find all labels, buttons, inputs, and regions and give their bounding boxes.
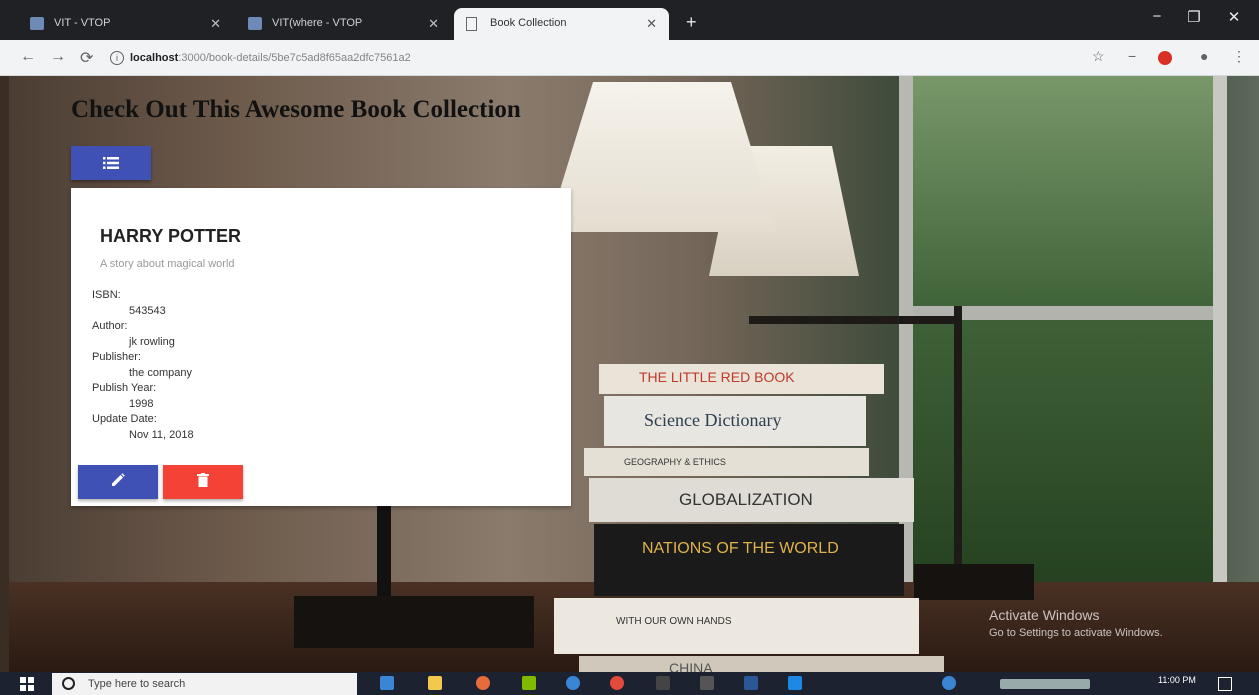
page-title: Check Out This Awesome Book Collection bbox=[71, 96, 521, 123]
windows-taskbar: Type here to search 11:00 PM bbox=[0, 672, 1259, 695]
background-window bbox=[899, 76, 1227, 596]
background-book: CHINA bbox=[579, 656, 944, 672]
author-label: Author: bbox=[92, 320, 128, 332]
word-icon[interactable] bbox=[744, 676, 758, 690]
address-bar[interactable]: i localhost:3000/book-details/5be7c5ad8f6… bbox=[110, 48, 1060, 68]
background-lamp-base bbox=[294, 596, 534, 648]
browser-toolbar: ← → ⟳ i localhost:3000/book-details/5be7c… bbox=[0, 40, 1259, 76]
site-favicon-icon bbox=[248, 17, 262, 30]
store-icon[interactable] bbox=[522, 676, 536, 690]
close-tab-icon[interactable]: ✕ bbox=[210, 16, 221, 32]
task-view-icon[interactable] bbox=[380, 676, 394, 690]
trash-icon bbox=[197, 472, 209, 492]
update-date-value: Nov 11, 2018 bbox=[129, 428, 194, 441]
taskbar-clock[interactable]: 11:00 PM bbox=[1158, 675, 1196, 685]
system-tray-icon[interactable] bbox=[942, 676, 956, 690]
forward-arrow-icon[interactable]: → bbox=[50, 48, 66, 66]
page-viewport: THE LITTLE RED BOOK Science Dictionary G… bbox=[9, 76, 1259, 672]
pencil-icon bbox=[111, 472, 125, 492]
background-lamp-stem bbox=[377, 496, 391, 606]
url-host: localhost bbox=[130, 52, 179, 64]
url-path: :3000/book-details/5be7c5ad8f65aa2dfc756… bbox=[178, 52, 411, 64]
terminal-icon[interactable] bbox=[656, 676, 670, 690]
edge-icon[interactable] bbox=[566, 676, 580, 690]
book-list-button[interactable] bbox=[71, 146, 151, 180]
background-book: WITH OUR OWN HANDS bbox=[554, 598, 919, 654]
tab-title: VIT - VTOP bbox=[54, 17, 111, 29]
chrome-icon[interactable] bbox=[476, 676, 490, 690]
background-book: NATIONS OF THE WORLD bbox=[594, 524, 904, 596]
delete-book-button[interactable] bbox=[163, 465, 243, 499]
vscode-icon[interactable] bbox=[788, 676, 802, 690]
update-date-label: Update Date: bbox=[92, 413, 157, 425]
tab-title: Book Collection bbox=[490, 17, 567, 29]
new-tab-button[interactable]: + bbox=[686, 12, 697, 33]
edit-book-button[interactable] bbox=[78, 465, 158, 499]
background-book: GLOBALIZATION bbox=[589, 478, 914, 522]
isbn-label: ISBN: bbox=[92, 289, 121, 301]
background-book: Science Dictionary bbox=[604, 396, 866, 446]
background-book: GEOGRAPHY & ETHICS bbox=[584, 448, 869, 476]
windows-start-icon[interactable] bbox=[20, 677, 34, 691]
background-lamp-shade bbox=[547, 82, 777, 232]
close-window-button[interactable]: ✕ bbox=[1222, 8, 1246, 26]
publisher-value: the company bbox=[129, 366, 192, 379]
browser-tab-bar: VIT - VTOP ✕ VIT(where - VTOP ✕ Book Col… bbox=[0, 0, 1259, 40]
list-icon bbox=[103, 157, 119, 169]
menu-kebab-icon[interactable]: ⋮ bbox=[1232, 48, 1246, 65]
profile-avatar-icon[interactable]: ● bbox=[1200, 48, 1208, 64]
tab-vit-where[interactable]: VIT(where - VTOP ✕ bbox=[236, 8, 451, 40]
book-details-list: ISBN: 543543 Author: jk rowling Publishe… bbox=[92, 288, 194, 443]
tab-book-collection[interactable]: Book Collection ✕ bbox=[454, 8, 669, 40]
search-icon bbox=[62, 677, 75, 690]
terminal-icon[interactable] bbox=[700, 676, 714, 690]
background-book: THE LITTLE RED BOOK bbox=[599, 364, 884, 394]
background-lamp-arm bbox=[749, 316, 959, 324]
tab-vit-vtop[interactable]: VIT - VTOP ✕ bbox=[18, 8, 233, 40]
notification-icon[interactable] bbox=[1218, 677, 1232, 691]
maximize-button[interactable]: ❐ bbox=[1182, 8, 1206, 26]
tab-title: VIT(where - VTOP bbox=[272, 17, 363, 29]
taskbar-search-input[interactable]: Type here to search bbox=[52, 673, 357, 695]
author-value: jk rowling bbox=[129, 335, 175, 348]
info-icon[interactable]: i bbox=[110, 51, 124, 65]
watermark-subtitle: Go to Settings to activate Windows. bbox=[989, 627, 1163, 639]
search-placeholder: Type here to search bbox=[88, 678, 186, 690]
publish-year-label: Publish Year: bbox=[92, 382, 157, 394]
activate-windows-watermark: Activate Windows Go to Settings to activ… bbox=[989, 606, 1163, 642]
extension-icon[interactable]: − bbox=[1128, 48, 1136, 64]
reload-icon[interactable]: ⟳ bbox=[80, 48, 93, 68]
isbn-value: 543543 bbox=[129, 304, 166, 317]
book-title: HARRY POTTER bbox=[100, 226, 242, 246]
minimize-button[interactable]: − bbox=[1145, 8, 1169, 25]
browser-app-icon[interactable] bbox=[610, 676, 624, 690]
site-favicon-icon bbox=[30, 17, 44, 30]
book-description: A story about magical world bbox=[100, 258, 235, 270]
publisher-label: Publisher: bbox=[92, 351, 141, 363]
adblock-icon[interactable] bbox=[1158, 51, 1172, 65]
page-icon bbox=[466, 17, 477, 31]
back-arrow-icon[interactable]: ← bbox=[20, 48, 36, 66]
close-tab-icon[interactable]: ✕ bbox=[646, 16, 657, 32]
system-tray-icons[interactable] bbox=[1000, 679, 1090, 689]
background-lamp-base bbox=[914, 564, 1034, 600]
book-details-card: HARRY POTTER A story about magical world… bbox=[71, 188, 571, 506]
bookmark-star-icon[interactable]: ☆ bbox=[1092, 48, 1105, 65]
publish-year-value: 1998 bbox=[129, 397, 154, 410]
close-tab-icon[interactable]: ✕ bbox=[428, 16, 439, 32]
file-explorer-icon[interactable] bbox=[428, 676, 442, 690]
background-lamp-pole bbox=[954, 306, 962, 576]
watermark-title: Activate Windows bbox=[989, 607, 1100, 623]
